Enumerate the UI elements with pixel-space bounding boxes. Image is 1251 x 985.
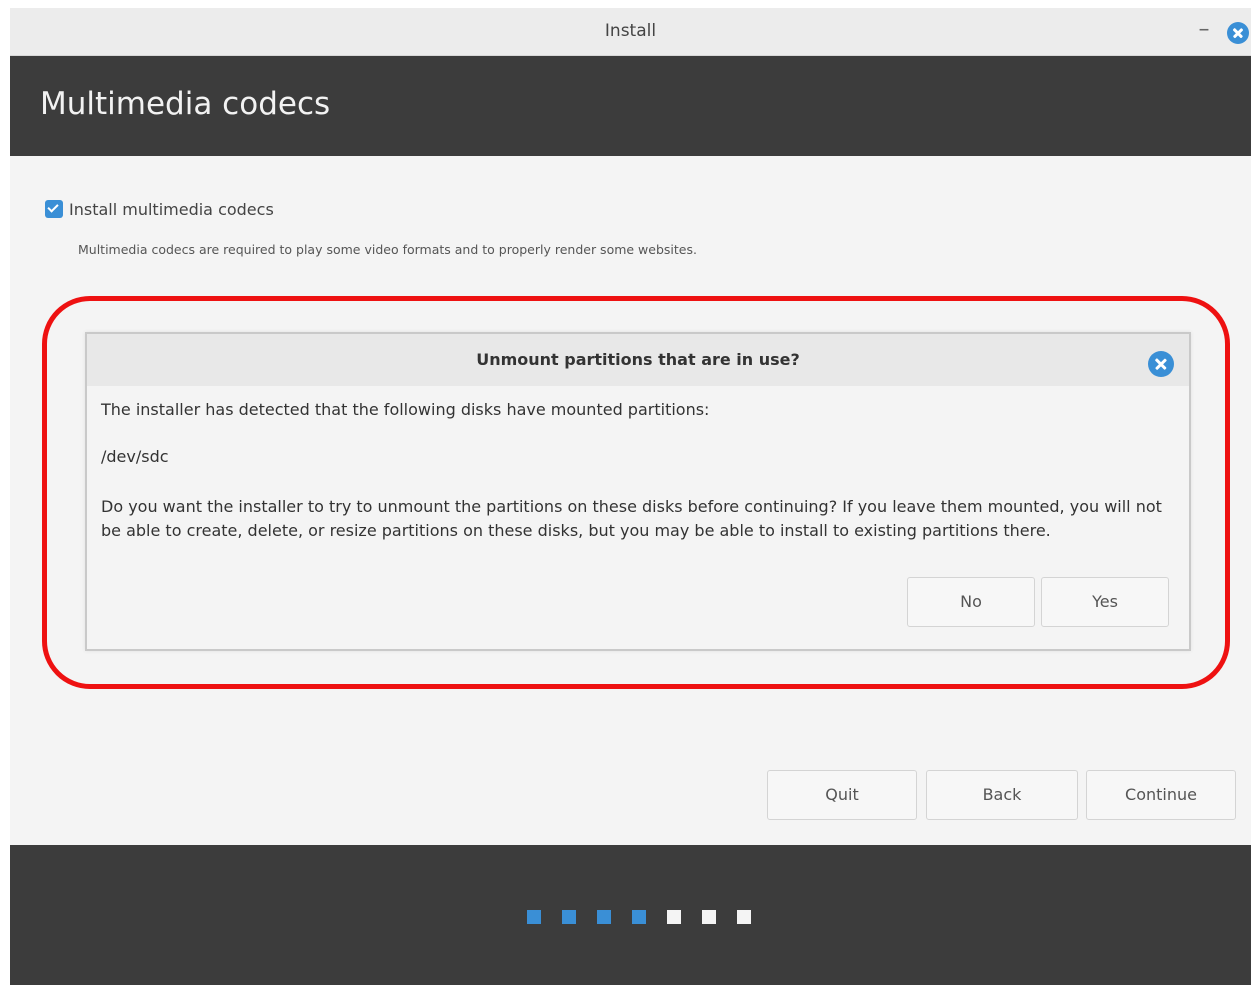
back-button[interactable]: Back (926, 770, 1078, 820)
progress-step (737, 910, 751, 924)
progress-step (562, 910, 576, 924)
dialog-title: Unmount partitions that are in use? (476, 350, 800, 369)
install-codecs-label[interactable]: Install multimedia codecs (69, 200, 274, 219)
progress-step (702, 910, 716, 924)
continue-button[interactable]: Continue (1086, 770, 1236, 820)
checkmark-icon (47, 201, 59, 213)
main-content: Install multimedia codecs Multimedia cod… (10, 156, 1251, 845)
dialog-question: Do you want the installer to try to unmo… (101, 497, 1162, 540)
yes-button[interactable]: Yes (1041, 577, 1169, 627)
footer (10, 845, 1251, 985)
no-button[interactable]: No (907, 577, 1035, 627)
dialog-close-button[interactable] (1148, 351, 1174, 377)
page-title: Multimedia codecs (40, 86, 331, 122)
progress-step (632, 910, 646, 924)
window-close-button[interactable] (1227, 22, 1249, 44)
window-title: Install (604, 21, 657, 41)
progress-step (527, 910, 541, 924)
installer-window: Install – Multimedia codecs Install mult… (10, 8, 1251, 985)
disk-name: /dev/sdc (101, 447, 169, 466)
codecs-description: Multimedia codecs are required to play s… (78, 242, 697, 257)
dialog-message: The installer has detected that the foll… (101, 400, 710, 419)
close-icon (1148, 351, 1174, 377)
unmount-dialog: Unmount partitions that are in use? The … (85, 332, 1191, 651)
install-codecs-checkbox[interactable] (45, 200, 63, 218)
page-header: Multimedia codecs (10, 56, 1251, 156)
title-bar: Install – (10, 8, 1251, 56)
minimize-button[interactable]: – (1193, 16, 1215, 44)
close-icon (1227, 22, 1249, 44)
progress-step (597, 910, 611, 924)
progress-step (667, 910, 681, 924)
quit-button[interactable]: Quit (767, 770, 917, 820)
dialog-header: Unmount partitions that are in use? (87, 334, 1189, 386)
